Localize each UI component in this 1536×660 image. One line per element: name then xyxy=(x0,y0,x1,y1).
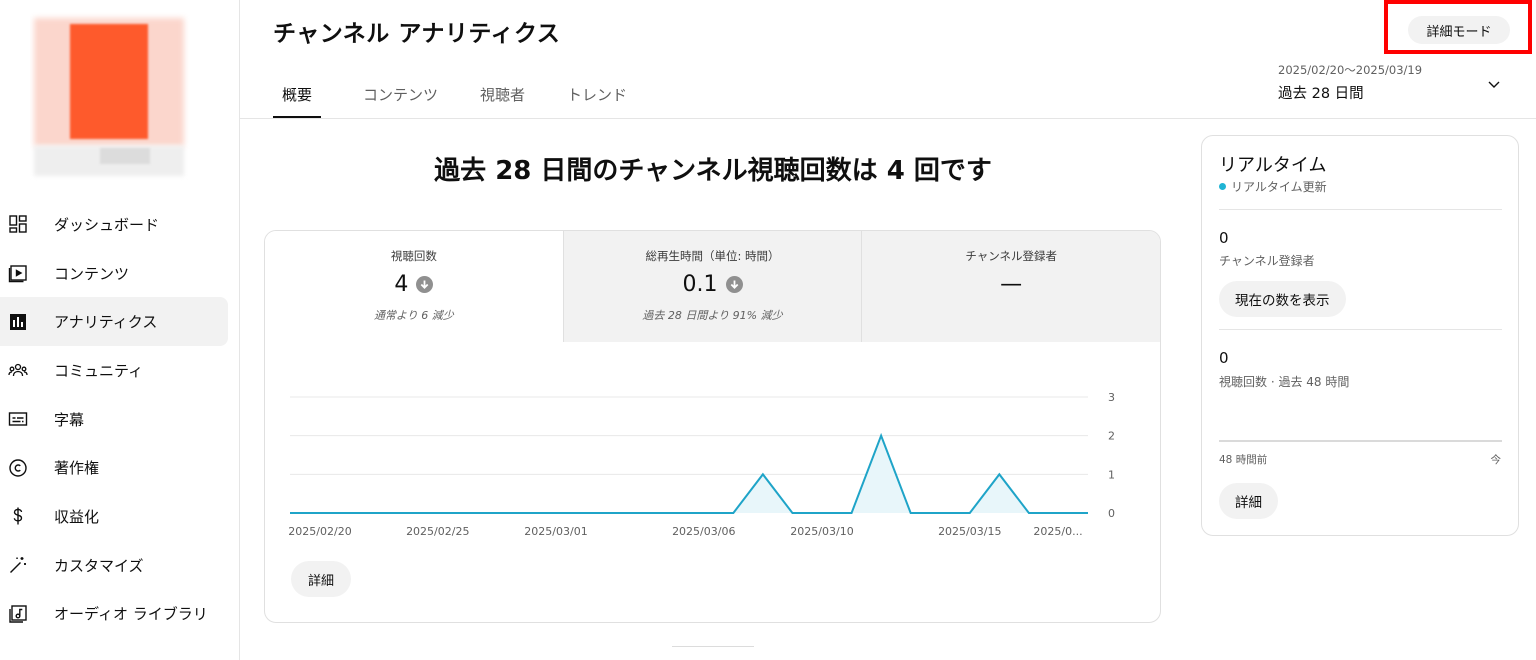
metric-watch-time[interactable]: 総再生時間（単位: 時間） 0.1 過去 28 日間より 91% 減少 xyxy=(562,231,862,342)
copyright-icon xyxy=(6,456,30,480)
live-dot-icon xyxy=(1219,183,1226,190)
sidebar-item-label: アナリティクス xyxy=(54,313,158,332)
x-tick-label: 2025/03/15 xyxy=(938,525,1001,538)
metric-views[interactable]: 視聴回数 4 通常より 6 減少 xyxy=(265,231,563,342)
community-icon xyxy=(6,358,30,382)
sidebar-item-copyright[interactable]: 著作権 xyxy=(0,443,228,492)
realtime-views-value: 0 xyxy=(1219,349,1229,367)
realtime-chart-axis xyxy=(1219,440,1502,442)
x-tick-label: 2025/02/20 xyxy=(288,525,351,538)
sidebar-item-label: カスタマイズ xyxy=(54,556,144,575)
sidebar-item-analytics[interactable]: アナリティクス xyxy=(0,297,228,347)
header-divider xyxy=(240,118,1536,119)
metric-note: 過去 28 日間より 91% 減少 xyxy=(642,309,783,322)
realtime-detail-button[interactable]: 詳細 xyxy=(1219,483,1278,519)
y-tick-label: 3 xyxy=(1108,391,1115,404)
divider xyxy=(1219,329,1502,330)
detail-button[interactable]: 詳細 xyxy=(291,561,351,597)
y-tick-label: 1 xyxy=(1108,468,1115,481)
sidebar-item-label: コミュニティ xyxy=(54,361,144,380)
sidebar-item-customize[interactable]: カスタマイズ xyxy=(0,541,228,590)
show-current-count-button[interactable]: 現在の数を表示 xyxy=(1219,281,1346,317)
analytics-icon xyxy=(6,310,30,334)
page-title: チャンネル アナリティクス xyxy=(273,21,561,47)
sidebar-item-label: 字幕 xyxy=(54,410,85,429)
realtime-views-label: 視聴回数 · 過去 48 時間 xyxy=(1219,375,1350,389)
realtime-axis-end: 今 xyxy=(1490,454,1502,466)
metric-value: 4 xyxy=(394,272,409,297)
realtime-subtitle: リアルタイム更新 xyxy=(1219,178,1327,195)
overview-card: 視聴回数 4 通常より 6 減少 総再生時間（単位: 時間） 0.1 過去 28… xyxy=(264,230,1161,623)
summary-headline: 過去 28 日間のチャンネル視聴回数は 4 回です xyxy=(434,156,992,186)
metric-value: — xyxy=(1000,272,1023,297)
sidebar-item-content[interactable]: コンテンツ xyxy=(0,249,228,298)
x-tick-label: 2025/0... xyxy=(1033,525,1082,538)
arrow-down-icon xyxy=(416,276,434,293)
metric-tabs: 視聴回数 4 通常より 6 減少 総再生時間（単位: 時間） 0.1 過去 28… xyxy=(265,231,1160,342)
y-tick-label: 2 xyxy=(1108,430,1115,443)
tab-bar: 概要 コンテンツ 視聴者 トレンド xyxy=(273,74,669,118)
metric-title: 総再生時間（単位: 時間） xyxy=(645,249,780,263)
realtime-axis-start: 48 時間前 xyxy=(1219,454,1268,466)
realtime-subtitle-text: リアルタイム更新 xyxy=(1231,180,1327,194)
arrow-down-icon xyxy=(725,276,743,293)
date-range-dates: 2025/02/20〜2025/03/19 xyxy=(1278,63,1423,77)
realtime-subscribers-value: 0 xyxy=(1219,229,1229,247)
metric-title: 視聴回数 xyxy=(390,249,437,263)
x-tick-label: 2025/03/06 xyxy=(672,525,735,538)
metric-subscribers[interactable]: チャンネル登録者 — xyxy=(861,231,1160,342)
tab-trends[interactable]: トレンド xyxy=(567,74,627,118)
y-tick-label: 0 xyxy=(1108,507,1115,520)
x-tick-label: 2025/03/10 xyxy=(790,525,853,538)
tab-overview[interactable]: 概要 xyxy=(273,74,322,118)
subtitles-icon xyxy=(6,407,30,431)
realtime-title: リアルタイム xyxy=(1219,155,1327,176)
metric-title: チャンネル登録者 xyxy=(965,249,1057,263)
sidebar: ダッシュボード コンテンツ アナリティクス コミュニティ 字幕 著作権 収益化 … xyxy=(0,0,240,660)
sidebar-item-label: 収益化 xyxy=(54,507,100,526)
realtime-card: リアルタイム リアルタイム更新 0 チャンネル登録者 現在の数を表示 0 視聴回… xyxy=(1201,135,1519,536)
sidebar-item-label: 著作権 xyxy=(54,459,100,478)
tab-content[interactable]: コンテンツ xyxy=(363,74,438,118)
sidebar-item-dashboard[interactable]: ダッシュボード xyxy=(0,200,228,249)
scroll-indicator xyxy=(672,646,754,647)
metric-note: 通常より 6 減少 xyxy=(373,309,454,322)
audio-library-icon xyxy=(6,602,30,626)
realtime-subscribers-label: チャンネル登録者 xyxy=(1219,254,1315,268)
views-chart: 0 1 2 3 2025/02/20 2025/02/25 2025/03/01 2025/0… xyxy=(288,391,1115,538)
sidebar-item-label: コンテンツ xyxy=(54,264,130,283)
channel-avatar[interactable] xyxy=(30,12,192,184)
sidebar-item-label: ダッシュボード xyxy=(54,215,160,234)
divider xyxy=(1219,209,1502,210)
sidebar-nav: ダッシュボード コンテンツ アナリティクス コミュニティ 字幕 著作権 収益化 … xyxy=(0,200,228,638)
tab-audience[interactable]: 視聴者 xyxy=(480,74,525,118)
dollar-icon xyxy=(6,504,30,528)
detail-mode-button[interactable]: 詳細モード xyxy=(1408,16,1510,44)
dashboard-icon xyxy=(6,212,30,236)
metric-value: 0.1 xyxy=(682,272,718,297)
magic-wand-icon xyxy=(6,553,30,577)
sidebar-item-community[interactable]: コミュニティ xyxy=(0,346,228,395)
date-range-selector[interactable]: 2025/02/20〜2025/03/19 過去 28 日間 xyxy=(1278,62,1422,103)
content-icon xyxy=(6,261,30,285)
sidebar-item-audio-library[interactable]: オーディオ ライブラリ xyxy=(0,590,228,639)
chevron-down-icon[interactable] xyxy=(1486,76,1502,92)
x-tick-label: 2025/03/01 xyxy=(524,525,587,538)
sidebar-item-label: オーディオ ライブラリ xyxy=(54,605,208,624)
date-range-label: 過去 28 日間 xyxy=(1278,86,1364,102)
x-tick-label: 2025/02/25 xyxy=(406,525,469,538)
detail-mode-highlight: 詳細モード xyxy=(1384,0,1532,54)
sidebar-item-monetization[interactable]: 収益化 xyxy=(0,492,228,541)
sidebar-item-subtitles[interactable]: 字幕 xyxy=(0,395,228,444)
